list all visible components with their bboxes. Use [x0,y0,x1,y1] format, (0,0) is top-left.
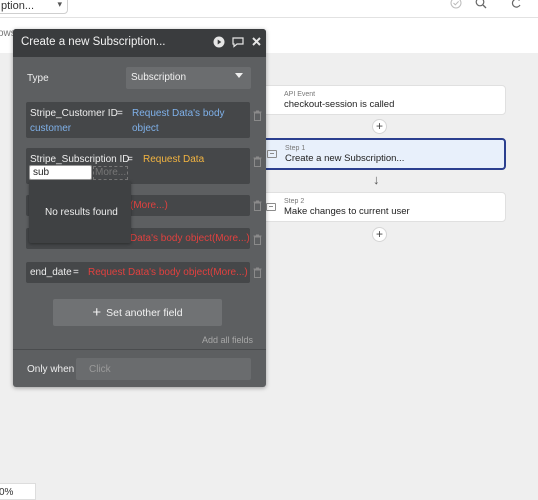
search-icon[interactable] [475,0,487,12]
step-number-label: Step 2 [284,198,305,205]
modal-title: Create a new Subscription... [21,36,166,48]
divider [13,349,266,350]
workflow-step-1-card[interactable]: Step 1 Create a new Subscription... [260,138,506,170]
page-selector-label: ption... [1,0,35,12]
close-icon[interactable] [251,36,263,48]
step-title: Make changes to current user [284,206,410,217]
modal-header: Create a new Subscription... [13,29,266,57]
comment-icon[interactable] [231,36,245,48]
play-icon[interactable] [213,36,225,48]
field-equals: = [127,154,133,165]
dynamic-expression[interactable]: Data's body object(More...) [130,231,250,246]
trash-icon[interactable] [253,267,262,278]
autocomplete-dropdown: No results found [29,181,131,243]
arrow-down-icon: ↓ [373,172,380,187]
caret-down-icon [235,73,243,78]
dynamic-expression[interactable]: (More...) [130,198,168,213]
trash-icon[interactable] [253,234,262,245]
action-editor-modal: Create a new Subscription... Type Subscr… [13,29,266,387]
chevron-down-icon: ▾ [57,0,62,9]
set-another-field-label: Set another field [106,306,183,319]
expression-search-input[interactable]: sub [29,165,92,180]
set-another-field-button[interactable]: + Set another field [53,299,222,326]
field-name: end_date [30,267,72,278]
add-all-fields-link[interactable]: Add all fields [202,335,253,345]
field-row-stripe-customer-id[interactable]: Stripe_Customer ID = Request Data's body… [26,102,250,138]
event-title: checkout-session is called [284,99,395,110]
field-equals: = [117,108,123,119]
add-step-button[interactable]: + [372,227,387,242]
only-when-condition-input[interactable]: Click [76,358,251,380]
trash-icon[interactable] [253,156,262,167]
no-results-message: No results found [45,207,118,218]
type-value: Subscription [131,72,187,83]
only-when-label: Only when [27,364,75,375]
workflow-step-2-card[interactable]: Step 2 Make changes to current user [260,192,506,222]
plus-icon: + [92,304,102,321]
dynamic-expression[interactable]: Request Data's body object(More...) [88,265,248,280]
top-bar: ption... ▾ [0,0,538,18]
field-equals: = [73,267,79,278]
database-icon [267,150,277,158]
dynamic-expression[interactable]: Request Data's body object [132,106,250,136]
trash-icon[interactable] [253,200,262,211]
add-step-button[interactable]: + [372,119,387,134]
step-number-label: Step 1 [285,145,306,152]
type-dropdown[interactable]: Subscription [126,67,251,89]
dynamic-expression-continued[interactable]: customer [30,121,71,136]
dynamic-expression[interactable]: Request Data [143,152,204,167]
page-selector-dropdown[interactable]: ption... ▾ [0,0,68,14]
more-button[interactable]: More... [93,166,129,180]
field-row-end-date[interactable]: end_date = Request Data's body object(Mo… [26,262,250,283]
event-type-label: API Event [284,91,316,98]
zoom-level[interactable]: 0% [0,483,36,500]
step-title: Create a new Subscription... [285,153,405,164]
undo-icon[interactable] [510,0,522,12]
workflow-event-card[interactable]: API Event checkout-session is called [260,85,506,115]
field-name: Stripe_Customer ID [30,108,118,119]
type-label: Type [27,73,49,84]
user-card-icon [266,203,276,211]
check-circle-icon[interactable] [450,0,462,12]
trash-icon[interactable] [253,110,262,121]
